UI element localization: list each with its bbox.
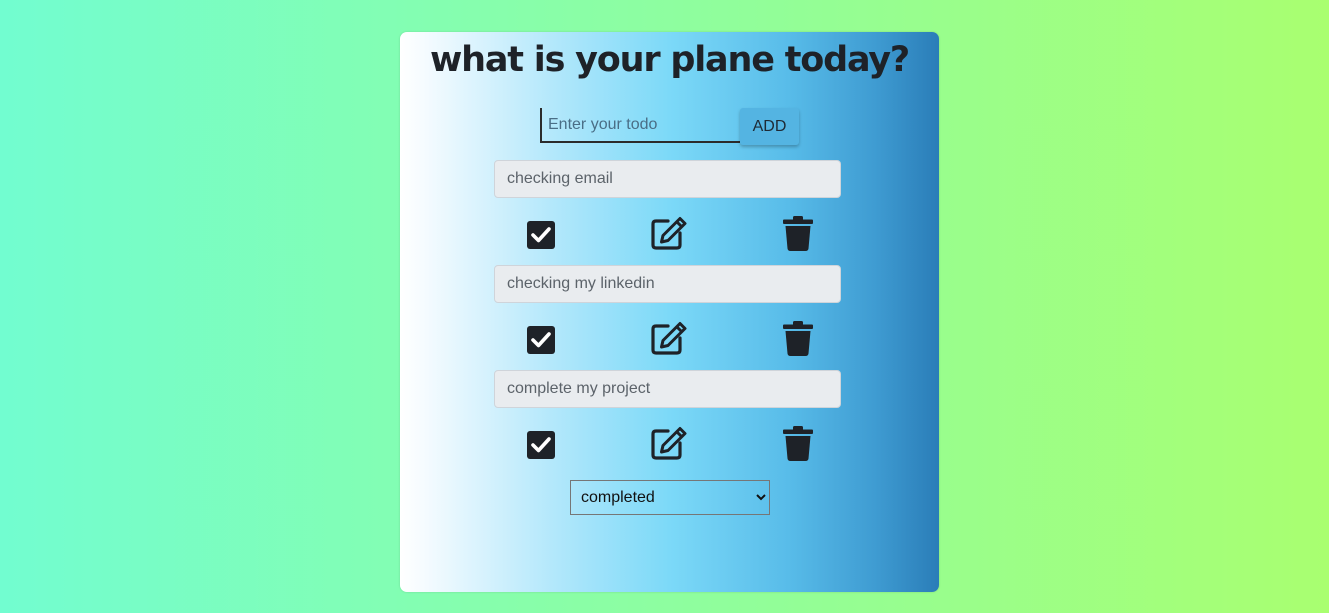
- todo-item-text: checking email: [494, 160, 841, 198]
- page-title: what is your plane today?: [429, 40, 910, 80]
- check-square-icon[interactable]: [526, 428, 556, 462]
- edit-icon[interactable]: [651, 216, 687, 250]
- edit-icon[interactable]: [651, 426, 687, 460]
- todo-item-text: complete my project: [494, 370, 841, 408]
- todo-input[interactable]: [540, 108, 740, 143]
- todo-item-text: checking my linkedin: [494, 265, 841, 303]
- check-square-icon[interactable]: [526, 323, 556, 357]
- todo-card: what is your plane today? ADD checking e…: [400, 32, 939, 592]
- add-button[interactable]: ADD: [740, 108, 799, 145]
- trash-icon[interactable]: [783, 321, 813, 356]
- trash-icon[interactable]: [783, 426, 813, 461]
- filter-select[interactable]: completed: [570, 480, 770, 515]
- trash-icon[interactable]: [783, 216, 813, 251]
- check-square-icon[interactable]: [526, 218, 556, 252]
- edit-icon[interactable]: [651, 321, 687, 355]
